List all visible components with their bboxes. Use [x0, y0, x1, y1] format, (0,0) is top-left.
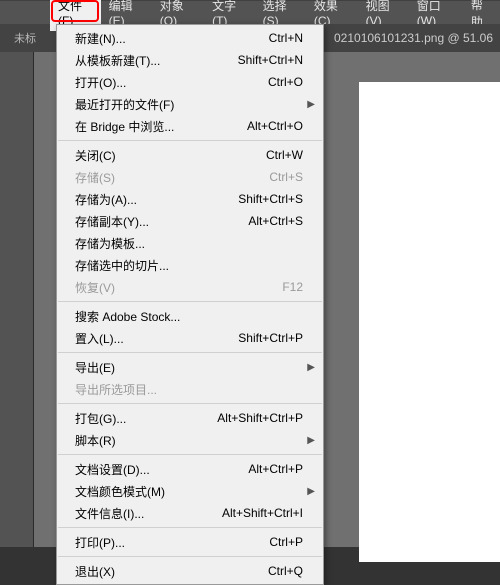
- menu-separator: [58, 140, 322, 141]
- menu-item-label: 导出(E): [75, 359, 303, 376]
- menu-item-label: 打包(G)...: [75, 410, 217, 427]
- menu-item-label: 文件信息(I)...: [75, 505, 222, 522]
- menu-separator: [58, 352, 322, 353]
- menu-item-label: 打印(P)...: [75, 534, 269, 551]
- menu-item[interactable]: 新建(N)...Ctrl+N: [57, 27, 323, 49]
- artboard: [359, 82, 500, 562]
- menu-item-label: 新建(N)...: [75, 30, 269, 47]
- menu-separator: [58, 403, 322, 404]
- menu-item-shortcut: Alt+Shift+Ctrl+I: [222, 506, 303, 520]
- menu-item-label: 存储副本(Y)...: [75, 213, 248, 230]
- menu-separator: [58, 301, 322, 302]
- chevron-right-icon: ▶: [307, 435, 315, 446]
- menu-item-shortcut: Shift+Ctrl+S: [238, 192, 303, 206]
- menu-item: 导出所选项目...: [57, 378, 323, 400]
- menu-item-shortcut: Shift+Ctrl+P: [238, 331, 303, 345]
- menu-item-label: 脚本(R): [75, 432, 303, 449]
- menu-item[interactable]: 最近打开的文件(F) ▶: [57, 93, 323, 115]
- menu-item-shortcut: Ctrl+S: [269, 170, 303, 184]
- menu-item[interactable]: 退出(X)Ctrl+Q: [57, 560, 323, 582]
- menu-item[interactable]: 打印(P)...Ctrl+P: [57, 531, 323, 553]
- menu-item-label: 导出所选项目...: [75, 381, 303, 398]
- menu-item: 存储(S)Ctrl+S: [57, 166, 323, 188]
- menu-item[interactable]: 文件信息(I)...Alt+Shift+Ctrl+I: [57, 502, 323, 524]
- menu-item-label: 从模板新建(T)...: [75, 52, 238, 69]
- menu-separator: [58, 556, 322, 557]
- menu-item-label: 恢复(V): [75, 279, 282, 296]
- menu-item-label: 打开(O)...: [75, 74, 268, 91]
- menu-item-shortcut: Ctrl+Q: [268, 564, 303, 578]
- menu-separator: [58, 454, 322, 455]
- menu-item[interactable]: 脚本(R) ▶: [57, 429, 323, 451]
- menu-item[interactable]: 存储副本(Y)...Alt+Ctrl+S: [57, 210, 323, 232]
- menu-item[interactable]: 在 Bridge 中浏览...Alt+Ctrl+O: [57, 115, 323, 137]
- menu-item-label: 退出(X): [75, 563, 268, 580]
- menu-item-label: 存储选中的切片...: [75, 257, 303, 274]
- menu-item-shortcut: Ctrl+O: [268, 75, 303, 89]
- document-tab-wrap: 0210106101231.png @ 51.06: [324, 24, 500, 52]
- chevron-right-icon: ▶: [307, 486, 315, 497]
- menu-item: 恢复(V)F12: [57, 276, 323, 298]
- toolbar-label: 未标: [14, 30, 36, 46]
- file-menu-dropdown: 新建(N)...Ctrl+N从模板新建(T)...Shift+Ctrl+N打开(…: [56, 24, 324, 585]
- menu-item[interactable]: 关闭(C)Ctrl+W: [57, 144, 323, 166]
- menu-item[interactable]: 存储为模板...: [57, 232, 323, 254]
- menu-item-shortcut: Alt+Shift+Ctrl+P: [217, 411, 303, 425]
- menu-item[interactable]: 导出(E) ▶: [57, 356, 323, 378]
- menu-item[interactable]: 存储为(A)...Shift+Ctrl+S: [57, 188, 323, 210]
- menubar: 文件(F) 编辑(E) 对象(O) 文字(T) 选择(S) 效果(C) 视图(V…: [0, 0, 500, 24]
- menu-item-label: 搜索 Adobe Stock...: [75, 308, 303, 325]
- tools-panel[interactable]: [0, 52, 34, 547]
- menu-item-label: 在 Bridge 中浏览...: [75, 118, 247, 135]
- menu-item[interactable]: 存储选中的切片...: [57, 254, 323, 276]
- menu-item-label: 存储(S): [75, 169, 269, 186]
- menu-item-shortcut: F12: [282, 280, 303, 294]
- menu-item-shortcut: Alt+Ctrl+P: [248, 462, 303, 476]
- chevron-right-icon: ▶: [307, 99, 315, 110]
- menu-item-label: 最近打开的文件(F): [75, 96, 303, 113]
- menu-item-label: 置入(L)...: [75, 330, 238, 347]
- menu-item-shortcut: Shift+Ctrl+N: [238, 53, 303, 67]
- menu-item-label: 存储为模板...: [75, 235, 303, 252]
- menu-item-shortcut: Alt+Ctrl+O: [247, 119, 303, 133]
- menu-item[interactable]: 打开(O)...Ctrl+O: [57, 71, 323, 93]
- menu-item[interactable]: 文档设置(D)...Alt+Ctrl+P: [57, 458, 323, 480]
- chevron-right-icon: ▶: [307, 362, 315, 373]
- menu-item-label: 文档设置(D)...: [75, 461, 248, 478]
- menu-item[interactable]: 搜索 Adobe Stock...: [57, 305, 323, 327]
- menu-item-label: 存储为(A)...: [75, 191, 238, 208]
- menu-separator: [58, 527, 322, 528]
- menu-item-shortcut: Ctrl+W: [266, 148, 303, 162]
- menu-item[interactable]: 打包(G)...Alt+Shift+Ctrl+P: [57, 407, 323, 429]
- menu-item[interactable]: 从模板新建(T)...Shift+Ctrl+N: [57, 49, 323, 71]
- menu-item[interactable]: 文档颜色模式(M) ▶: [57, 480, 323, 502]
- menu-item-label: 文档颜色模式(M): [75, 483, 303, 500]
- menu-item-shortcut: Ctrl+N: [269, 31, 303, 45]
- document-tab[interactable]: 0210106101231.png @ 51.06: [324, 25, 500, 51]
- menu-item[interactable]: 置入(L)...Shift+Ctrl+P: [57, 327, 323, 349]
- menu-item-label: 关闭(C): [75, 147, 266, 164]
- menu-item-shortcut: Alt+Ctrl+S: [248, 214, 303, 228]
